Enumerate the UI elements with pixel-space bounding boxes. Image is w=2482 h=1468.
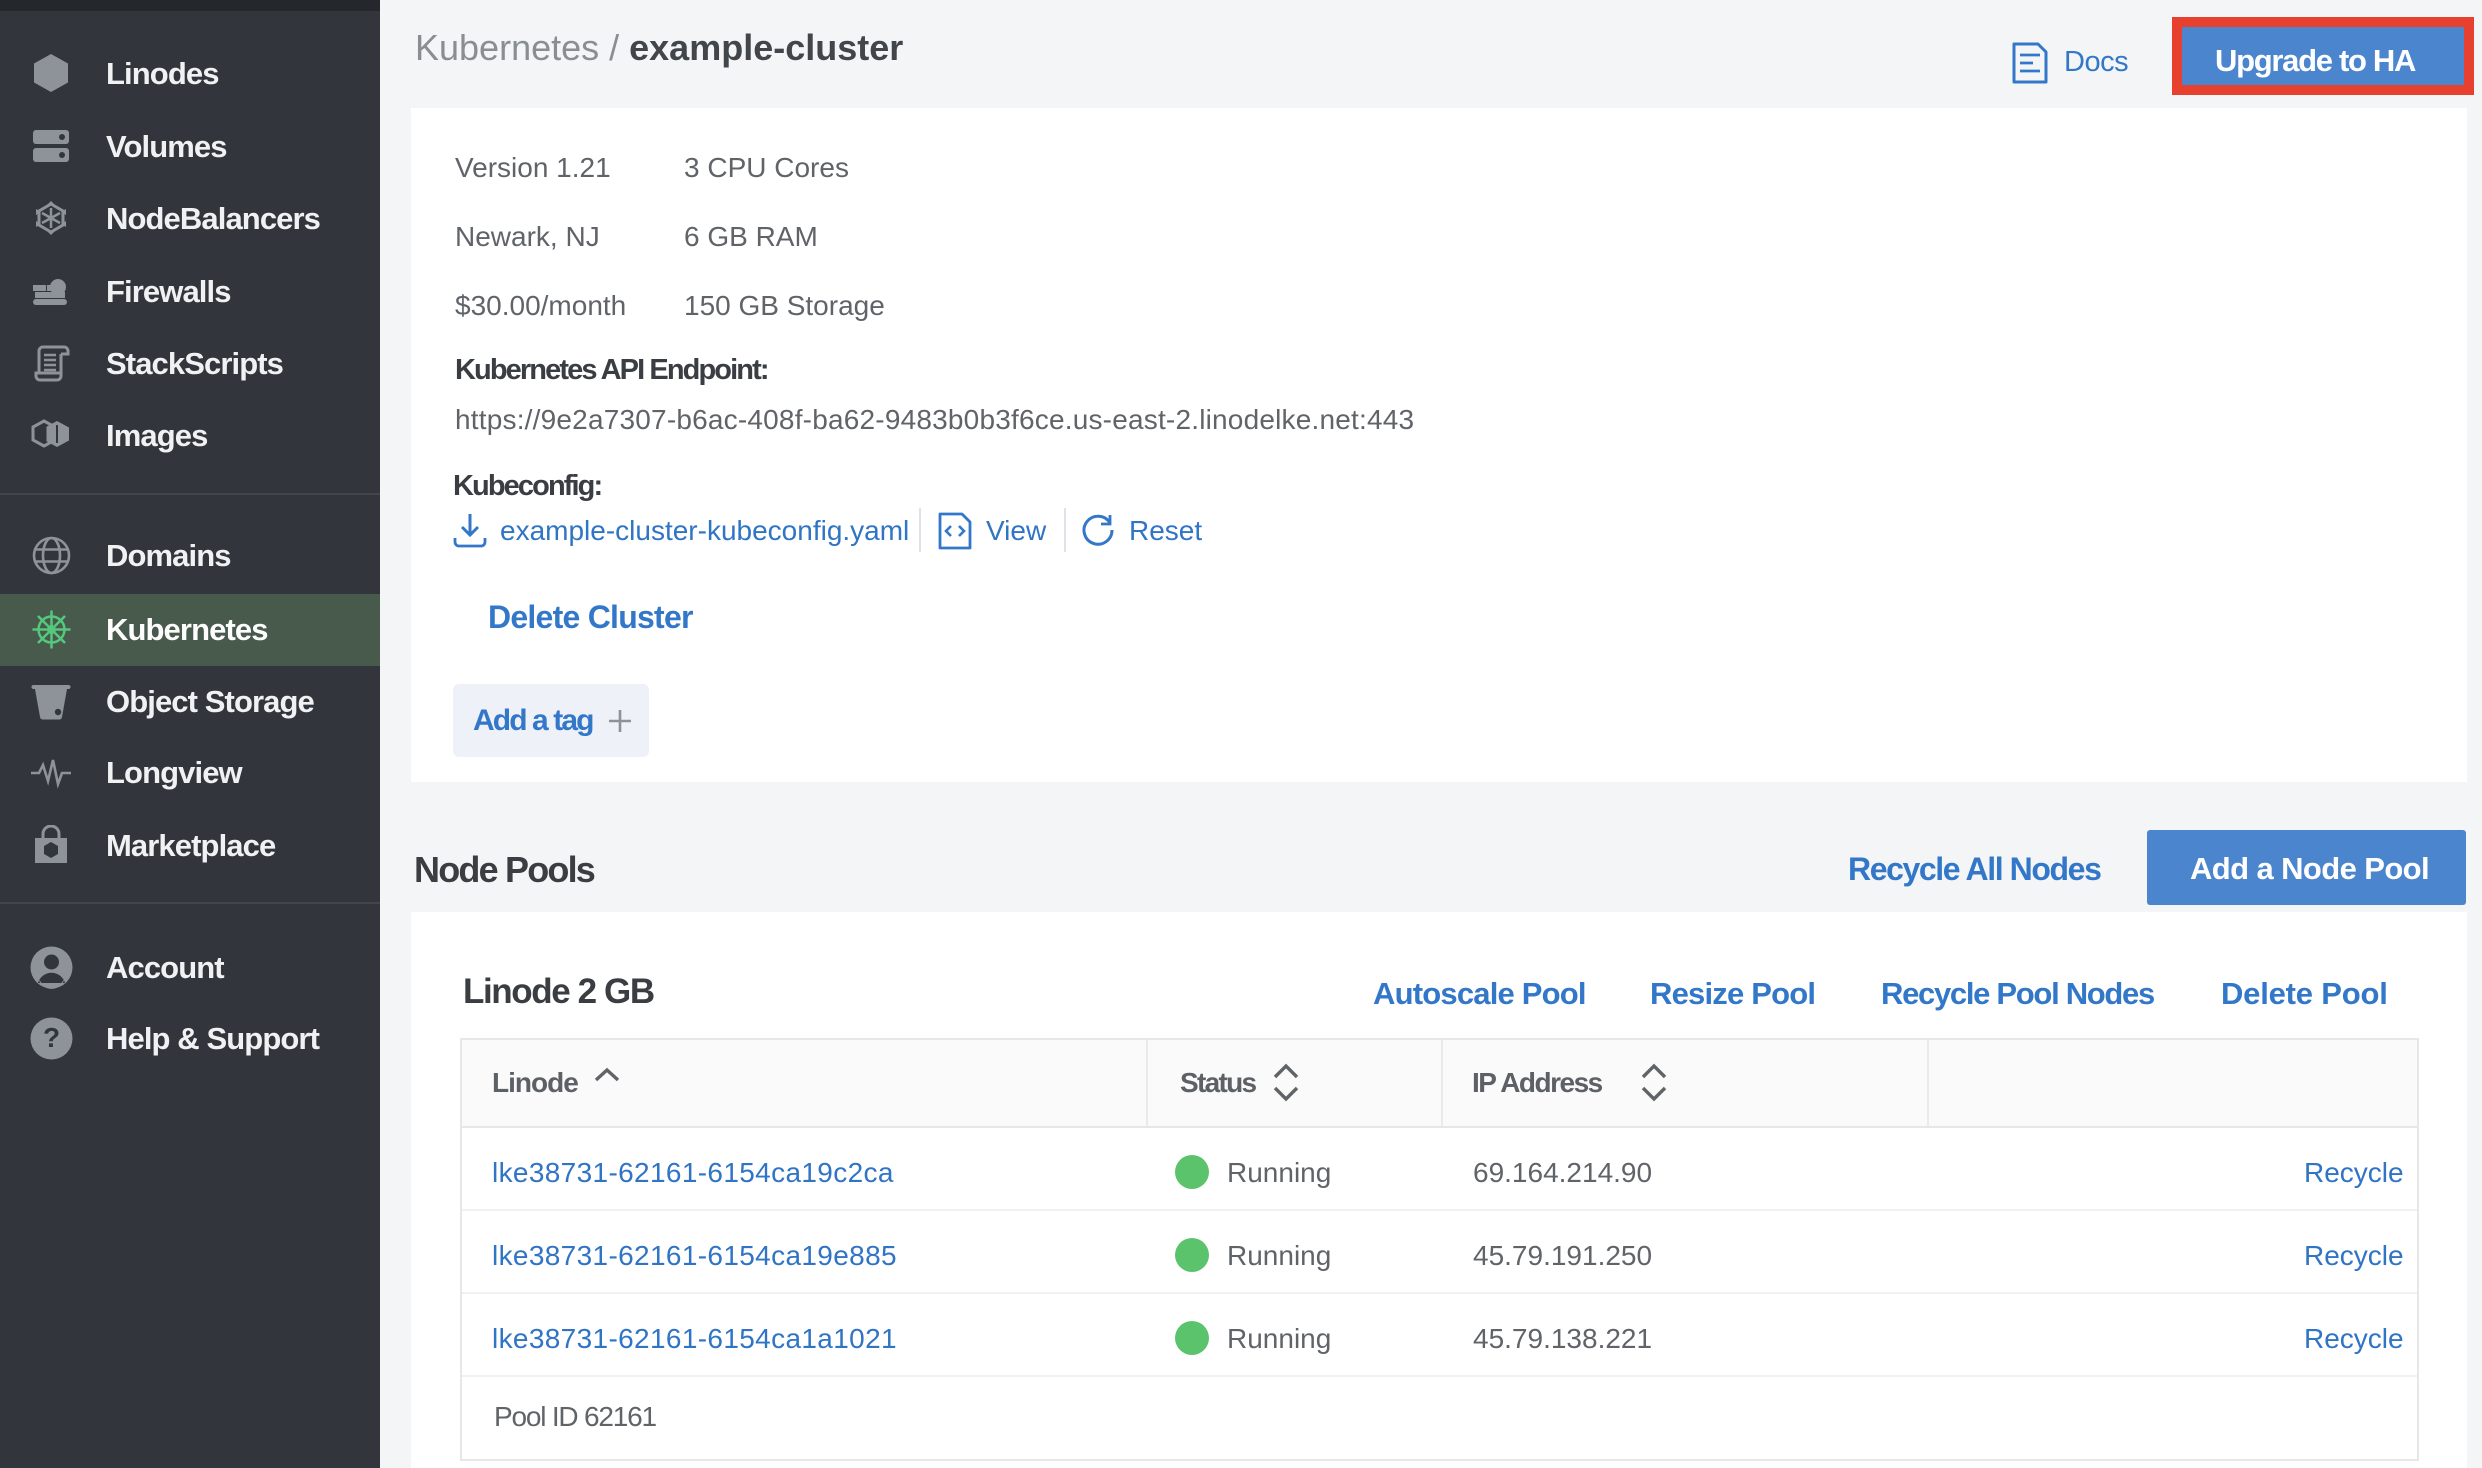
svg-text:?: ? bbox=[43, 1022, 60, 1053]
